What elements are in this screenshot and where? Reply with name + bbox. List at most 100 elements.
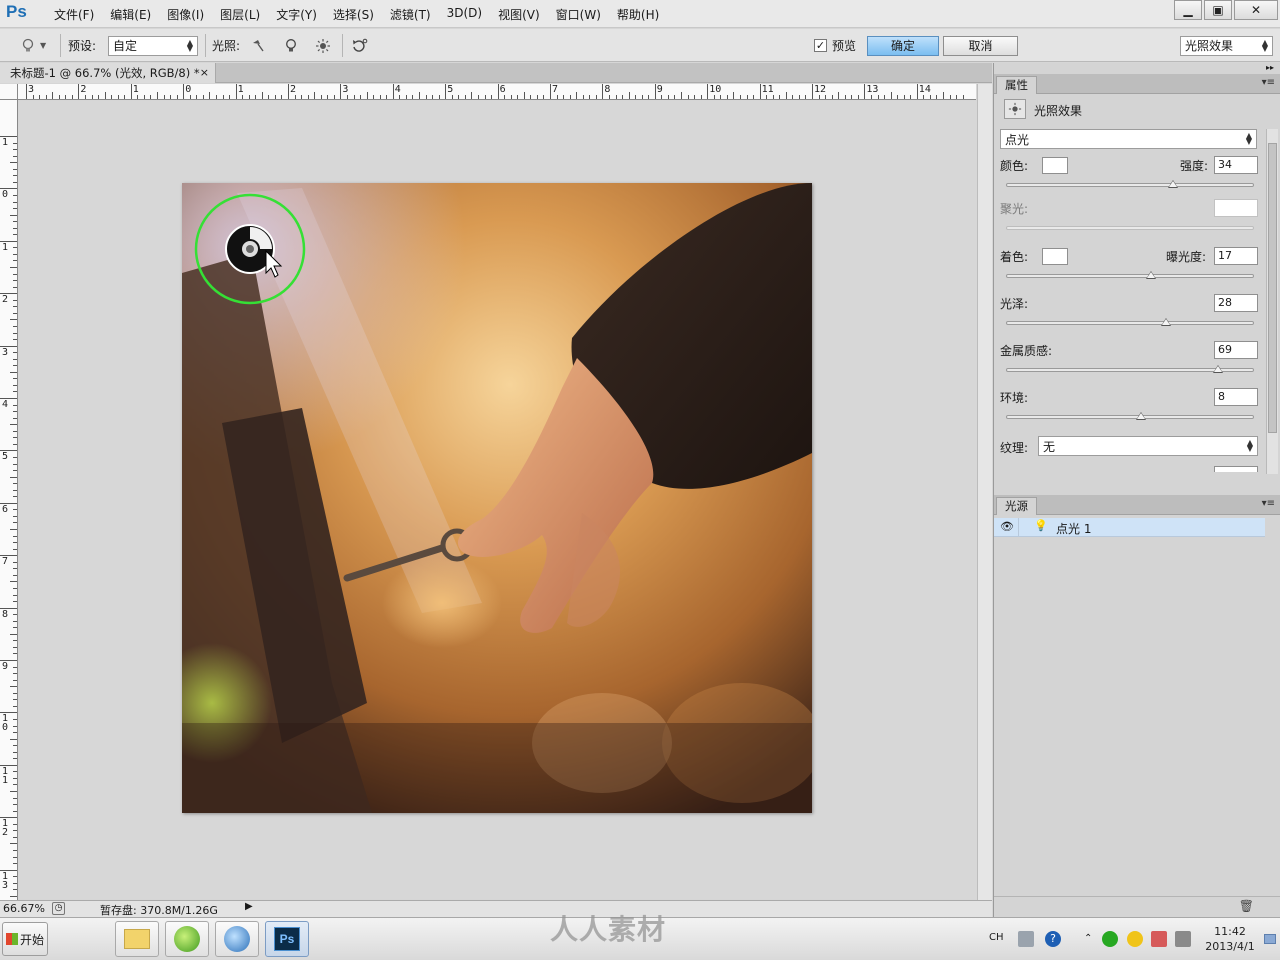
spot-light-icon[interactable]	[248, 36, 268, 56]
ambience-input[interactable]: 8	[1214, 388, 1258, 406]
ambience-slider-thumb[interactable]	[1135, 412, 1146, 420]
updown-arrows-icon: ▲ ▼	[1246, 438, 1253, 453]
cancel-button[interactable]: 取消	[943, 35, 1018, 56]
properties-scrollbar-thumb[interactable]	[1268, 143, 1277, 433]
volume-icon[interactable]	[1175, 931, 1191, 947]
panel-menu-icon[interactable]: ▾≡	[1262, 77, 1275, 88]
tray-app-green-icon[interactable]	[1102, 931, 1118, 947]
menu-item-8[interactable]: 视图(V)	[490, 6, 548, 23]
restore-button[interactable]: ▣	[1204, 0, 1232, 20]
trash-icon[interactable]: 🗑	[1239, 899, 1254, 913]
show-hidden-icons[interactable]: ⌃	[1084, 931, 1100, 947]
menu-item-6[interactable]: 滤镜(T)	[382, 6, 439, 23]
taskbar-photoshop[interactable]: Ps	[265, 921, 309, 957]
menu-item-3[interactable]: 图层(L)	[212, 6, 268, 23]
light-color-swatch[interactable]	[1042, 157, 1068, 174]
ruler-minor-tick	[13, 705, 17, 707]
document-tab[interactable]: 未标题-1 @ 66.7% (光效, RGB/8) * ×	[0, 63, 216, 83]
tool-preset-picker[interactable]: ▼	[18, 29, 46, 62]
menu-item-7[interactable]: 3D(D)	[439, 6, 490, 23]
metallic-slider[interactable]	[1006, 365, 1254, 373]
eye-icon[interactable]: 👁	[1000, 520, 1014, 533]
ruler-label: 11	[761, 84, 774, 95]
ruler-corner[interactable]	[0, 84, 18, 100]
intensity-slider[interactable]	[1006, 180, 1254, 188]
light-type-dropdown[interactable]: 点光 ▲ ▼	[1000, 129, 1257, 149]
gloss-slider[interactable]	[1006, 318, 1254, 326]
tab-properties[interactable]: 属性	[996, 76, 1037, 94]
close-window-button[interactable]: ✕	[1234, 0, 1278, 20]
network-icon[interactable]	[1151, 931, 1167, 947]
ruler-minor-tick	[13, 882, 17, 884]
status-menu-arrow-icon[interactable]: ▶	[245, 901, 253, 912]
gloss-slider-thumb[interactable]	[1160, 318, 1171, 326]
reset-light-icon[interactable]	[349, 36, 369, 56]
zoom-level[interactable]: 66.67%	[3, 902, 45, 915]
panel-menu-icon[interactable]: ▾≡	[1262, 498, 1275, 509]
updown-arrows-icon: ▲ ▼	[1261, 37, 1268, 53]
menu-item-0[interactable]: 文件(F)	[46, 6, 102, 23]
vertical-ruler[interactable]: 1 0 1 2 3 4 5 6 7 8 9 10 11 12 13	[0, 100, 18, 900]
texture-height-input[interactable]	[1214, 466, 1258, 472]
system-clock[interactable]: 11:42 2013/4/1	[1198, 924, 1262, 954]
tray-app-yellow-icon[interactable]	[1127, 931, 1143, 947]
menu-item-4[interactable]: 文字(Y)	[268, 6, 325, 23]
keyboard-icon[interactable]	[1018, 931, 1034, 947]
tab-lights[interactable]: 光源	[996, 497, 1037, 515]
ruler-minor-tick	[648, 95, 650, 99]
ruler-minor-tick	[13, 889, 17, 891]
menu-item-9[interactable]: 窗口(W)	[548, 6, 609, 23]
color-label: 颜色:	[1000, 159, 1029, 173]
document-image[interactable]	[182, 183, 812, 813]
taskbar-file-explorer[interactable]	[115, 921, 159, 957]
workspace-dropdown[interactable]: 光照效果 ▲ ▼	[1180, 35, 1273, 56]
preview-toggle[interactable]: ✓ 预览	[814, 29, 856, 62]
status-info-icon[interactable]: ◷	[52, 902, 65, 915]
help-icon[interactable]: ?	[1045, 931, 1061, 947]
metallic-slider-thumb[interactable]	[1212, 365, 1223, 373]
vertical-scrollbar[interactable]	[977, 84, 992, 900]
exposure-input[interactable]: 17	[1214, 247, 1258, 265]
taskbar-browser[interactable]	[215, 921, 259, 957]
clock-time: 11:42	[1214, 925, 1246, 938]
menu-item-5[interactable]: 选择(S)	[325, 6, 382, 23]
minimize-button[interactable]: ▁	[1174, 0, 1202, 20]
gloss-input[interactable]: 28	[1214, 294, 1258, 312]
menu-item-2[interactable]: 图像(I)	[159, 6, 212, 23]
ruler-minor-tick	[13, 836, 17, 838]
collapse-panel-icon[interactable]: ▸▸	[1266, 63, 1274, 72]
start-button[interactable]: 开始	[2, 922, 48, 956]
intensity-input[interactable]: 34	[1214, 156, 1258, 174]
close-tab-icon[interactable]: ×	[200, 66, 209, 79]
ruler-minor-tick	[556, 95, 558, 99]
ruler-minor-tick	[13, 155, 17, 157]
ok-button[interactable]: 确定	[867, 35, 939, 56]
metallic-input[interactable]: 69	[1214, 341, 1258, 359]
ruler-minor-tick	[13, 587, 17, 589]
ruler-minor-tick	[366, 92, 368, 99]
texture-dropdown[interactable]: 无 ▲ ▼	[1038, 436, 1258, 456]
light-list-item[interactable]: 👁 💡 点光 1	[994, 518, 1265, 537]
ruler-tick	[183, 84, 185, 99]
colorize-swatch[interactable]	[1042, 248, 1068, 265]
ruler-minor-tick	[176, 95, 178, 99]
show-desktop-button[interactable]	[1264, 934, 1276, 944]
properties-scrollbar[interactable]	[1266, 129, 1278, 474]
menu-item-10[interactable]: 帮助(H)	[609, 6, 667, 23]
exposure-slider[interactable]	[1006, 271, 1254, 279]
taskbar-app-green[interactable]	[165, 921, 209, 957]
infinite-light-icon[interactable]	[313, 36, 333, 56]
intensity-slider-thumb[interactable]	[1168, 180, 1179, 188]
ruler-minor-tick	[13, 253, 17, 255]
colorize-label: 着色:	[1000, 250, 1029, 264]
point-light-icon[interactable]	[281, 36, 301, 56]
exposure-slider-thumb[interactable]	[1145, 271, 1156, 279]
menu-item-1[interactable]: 编辑(E)	[102, 6, 159, 23]
ruler-minor-tick	[484, 95, 486, 99]
input-language[interactable]: CH	[989, 932, 1004, 943]
ruler-tick	[864, 84, 866, 99]
preset-dropdown[interactable]: 自定 ▲ ▼	[108, 35, 198, 56]
ambience-slider[interactable]	[1006, 412, 1254, 420]
preview-checkbox[interactable]: ✓	[814, 39, 827, 52]
horizontal-ruler[interactable]: 3 2 1 0 1 2 3 4 5 6 7 8 9 10 11 12 13 14	[18, 84, 976, 100]
